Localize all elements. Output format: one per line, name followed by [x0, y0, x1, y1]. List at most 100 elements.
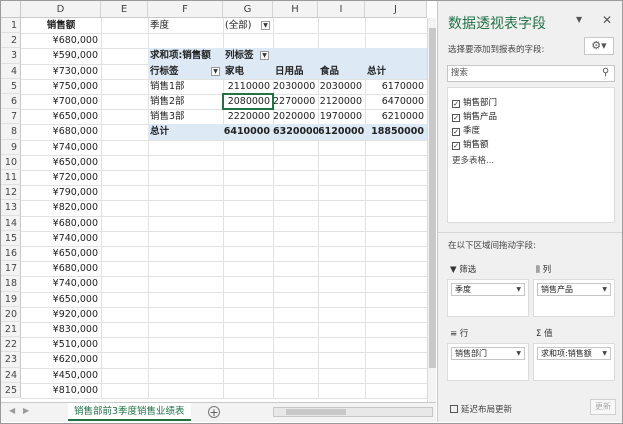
column-header[interactable]: F [148, 1, 223, 18]
gear-icon[interactable]: ⚙▾ [584, 37, 614, 55]
row-header[interactable]: 14 [1, 215, 21, 231]
pivot-row-label[interactable]: 销售2部 [148, 94, 223, 109]
row-header[interactable]: 25 [1, 382, 21, 398]
close-icon[interactable]: ✕ [602, 13, 612, 27]
sales-value-cell[interactable]: ¥730,000 [21, 64, 101, 79]
sales-value-cell[interactable]: ¥650,000 [21, 292, 101, 307]
sales-value-cell[interactable]: ¥720,000 [21, 170, 101, 185]
rows-drop-zone[interactable]: 销售部门 ▼ [447, 343, 529, 381]
pivot-value-cell[interactable]: 2120000 [318, 94, 365, 109]
row-header[interactable]: 21 [1, 322, 21, 338]
sales-value-cell[interactable]: ¥820,000 [21, 200, 101, 215]
panel-options-chevron-icon[interactable]: ▼ [576, 15, 582, 24]
values-field-chip[interactable]: 求和项:销售额 ▼ [537, 347, 611, 360]
sales-value-cell[interactable]: ¥650,000 [21, 155, 101, 170]
sales-header-cell[interactable]: 销售额 [21, 18, 101, 33]
pivot-value-cell[interactable]: 2110000 [223, 79, 273, 94]
row-header[interactable]: 2 [1, 33, 21, 49]
pivot-value-cell[interactable]: 2030000 [318, 79, 365, 94]
columns-drop-zone[interactable]: 销售产品 ▼ [533, 279, 615, 317]
column-header[interactable]: H [273, 1, 318, 18]
row-header[interactable]: 9 [1, 139, 21, 155]
pivot-filter-label[interactable]: 季度 [148, 18, 223, 33]
sales-value-cell[interactable]: ¥680,000 [21, 261, 101, 276]
checkbox-icon[interactable]: ✓ [452, 142, 460, 150]
field-item[interactable]: ✓ 销售部门 [452, 96, 497, 108]
pivot-value-cell[interactable]: 2020000 [273, 109, 318, 124]
sales-value-cell[interactable]: ¥790,000 [21, 185, 101, 200]
sales-value-cell[interactable]: ¥590,000 [21, 48, 101, 63]
sales-value-cell[interactable]: ¥810,000 [21, 383, 101, 398]
pivot-value-cell[interactable]: 6170000 [365, 79, 427, 94]
horizontal-scroll-thumb[interactable] [286, 409, 346, 415]
row-header[interactable]: 3 [1, 48, 21, 64]
sales-value-cell[interactable]: ¥620,000 [21, 352, 101, 367]
pivot-row-label[interactable]: 销售1部 [148, 79, 223, 94]
row-header[interactable]: 23 [1, 352, 21, 368]
field-item[interactable]: ✓ 销售额 [452, 138, 489, 150]
values-drop-zone[interactable]: 求和项:销售额 ▼ [533, 343, 615, 381]
pivot-values-label[interactable]: 求和项:销售额 [148, 48, 223, 63]
row-header[interactable]: 13 [1, 200, 21, 216]
sales-value-cell[interactable]: ¥650,000 [21, 109, 101, 124]
field-search-input[interactable]: 搜索 [447, 65, 615, 82]
pivot-total-cell[interactable]: 6320000 [273, 124, 318, 139]
pivot-value-cell[interactable]: 6210000 [365, 109, 427, 124]
pivot-total-cell[interactable]: 6410000 [223, 124, 273, 139]
row-header[interactable]: 16 [1, 246, 21, 262]
spreadsheet-grid[interactable]: D E F G H I J 1 2 3 4 5 6 7 8 9 10 11 12 13 14 15 16 17 18 19 20 21… [1, 1, 436, 402]
row-header[interactable]: 22 [1, 337, 21, 353]
row-header[interactable]: 24 [1, 367, 21, 383]
select-all-corner[interactable] [1, 1, 21, 18]
row-header[interactable]: 18 [1, 276, 21, 292]
row-header[interactable]: 8 [1, 124, 21, 140]
rows-field-chip[interactable]: 销售部门 ▼ [451, 347, 525, 360]
update-button[interactable]: 更新 [590, 399, 616, 415]
pivot-value-cell[interactable]: 2220000 [223, 109, 273, 124]
column-filter-dropdown-icon[interactable]: ▼ [260, 51, 269, 61]
row-header[interactable]: 19 [1, 291, 21, 307]
pivot-total-cell[interactable]: 18850000 [365, 124, 427, 139]
checkbox-icon[interactable] [450, 405, 458, 413]
sales-value-cell[interactable]: ¥680,000 [21, 124, 101, 139]
pivot-column-header[interactable]: 总计 [365, 64, 427, 79]
sales-value-cell[interactable]: ¥920,000 [21, 307, 101, 322]
next-sheet-icon[interactable]: ▶ [23, 406, 29, 415]
column-header[interactable]: J [365, 1, 427, 18]
pivot-column-header[interactable]: 食品 [318, 64, 365, 79]
row-header[interactable]: 12 [1, 185, 21, 201]
row-header[interactable]: 17 [1, 261, 21, 277]
pivot-value-cell[interactable]: 2270000 [273, 94, 318, 109]
filter-dropdown-icon[interactable]: ▼ [261, 21, 270, 30]
row-header[interactable]: 20 [1, 306, 21, 322]
add-sheet-icon[interactable]: + [208, 406, 220, 418]
row-filter-dropdown-icon[interactable]: ▼ [211, 66, 220, 76]
checkbox-icon[interactable]: ✓ [452, 100, 460, 108]
row-header[interactable]: 7 [1, 109, 21, 125]
vertical-scrollbar[interactable] [427, 18, 436, 402]
columns-field-chip[interactable]: 销售产品 ▼ [537, 283, 611, 296]
row-header[interactable]: 11 [1, 170, 21, 186]
row-header[interactable]: 5 [1, 78, 21, 94]
checkbox-icon[interactable]: ✓ [452, 128, 460, 136]
pivot-total-label[interactable]: 总计 [148, 124, 223, 139]
column-header[interactable]: G [223, 1, 273, 18]
pivot-value-cell[interactable]: 1970000 [318, 109, 365, 124]
column-header[interactable]: D [21, 1, 101, 18]
row-header[interactable]: 15 [1, 230, 21, 246]
pivot-column-header[interactable]: 家电 [223, 64, 273, 79]
pivot-value-cell[interactable]: 6470000 [365, 94, 427, 109]
checkbox-icon[interactable]: ✓ [452, 114, 460, 122]
column-header[interactable]: E [101, 1, 148, 18]
column-header[interactable]: I [318, 1, 365, 18]
sales-value-cell[interactable]: ¥740,000 [21, 140, 101, 155]
sales-value-cell[interactable]: ¥510,000 [21, 337, 101, 352]
row-header[interactable]: 10 [1, 154, 21, 170]
sales-value-cell[interactable]: ¥830,000 [21, 322, 101, 337]
vertical-scroll-thumb[interactable] [429, 28, 436, 368]
sales-value-cell[interactable]: ¥750,000 [21, 79, 101, 94]
sales-value-cell[interactable]: ¥450,000 [21, 368, 101, 383]
pivot-value-cell[interactable]: 2030000 [273, 79, 318, 94]
sales-value-cell[interactable]: ¥700,000 [21, 94, 101, 109]
sales-value-cell[interactable]: ¥680,000 [21, 33, 101, 48]
